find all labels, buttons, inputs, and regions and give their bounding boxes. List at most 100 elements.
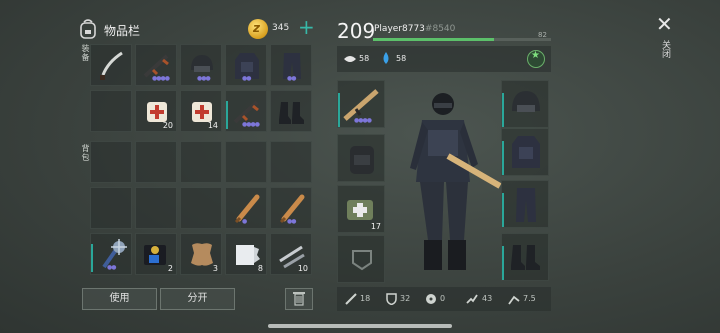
coin-amount: 345 xyxy=(272,23,290,33)
boots-icon xyxy=(279,102,304,124)
inventory-slot-empty[interactable] xyxy=(225,141,267,183)
inventory-slot-bat[interactable]: ● xyxy=(225,187,267,229)
inventory-slot-empty[interactable] xyxy=(135,187,177,229)
item-count: 10 xyxy=(297,264,308,273)
item-count: 3 xyxy=(212,264,218,273)
inventory-slot-rifle[interactable]: ●●●● xyxy=(225,90,267,132)
inventory-slot-spiked-club[interactable]: ●● xyxy=(90,233,132,275)
equipped-marker xyxy=(338,93,340,127)
rarity-dots: ●● xyxy=(287,218,297,225)
boots-icon xyxy=(511,245,540,270)
inventory-slot-empty[interactable] xyxy=(135,141,177,183)
rarity-dots: ●● xyxy=(242,75,252,82)
use-button[interactable]: 使用 xyxy=(82,288,157,310)
rarity-dots: ●● xyxy=(107,264,117,271)
radiation-icon xyxy=(426,294,436,304)
equip-slot-vest[interactable] xyxy=(501,128,549,176)
equip-slot-boots[interactable] xyxy=(501,233,549,281)
item-count: 8 xyxy=(257,264,263,273)
xp-bar xyxy=(373,38,551,41)
helmet-icon xyxy=(512,91,540,112)
rarity-dots: ●● xyxy=(287,75,297,82)
backpack-icon xyxy=(80,19,96,39)
water-icon xyxy=(383,52,389,64)
item-count: 2 xyxy=(167,264,173,273)
split-button[interactable]: 分开 xyxy=(160,288,235,310)
inventory-slot-empty[interactable] xyxy=(90,90,132,132)
equipped-marker xyxy=(502,246,504,280)
pants-icon xyxy=(516,188,536,222)
backpack-icon xyxy=(350,146,374,174)
rarity-dots: ●●●● xyxy=(354,117,372,124)
rarity-dots: ●●●● xyxy=(152,75,170,82)
equip-slot-helmet[interactable] xyxy=(501,80,549,128)
stealth-icon xyxy=(508,295,520,305)
inventory-slot-tools[interactable]: 10 xyxy=(270,233,312,275)
inventory-slot-pants[interactable]: ●● xyxy=(270,44,312,86)
inventory-slot-empty[interactable] xyxy=(270,141,312,183)
player-id: #8540 xyxy=(424,24,456,34)
close-icon[interactable]: ✕ xyxy=(656,12,673,36)
player-name-line: Player8773#8540 xyxy=(374,24,455,34)
defense-icon xyxy=(386,293,397,305)
inventory-slot-vest[interactable]: ●● xyxy=(225,44,267,86)
delete-button[interactable] xyxy=(285,288,313,310)
attack-icon xyxy=(345,293,357,305)
equipped-marker xyxy=(502,141,504,175)
rarity-dots: ●●●● xyxy=(242,121,260,128)
inventory-slot-machete[interactable] xyxy=(90,44,132,86)
armor-vest-icon xyxy=(512,136,540,168)
inventory-slot-badge[interactable]: 2 xyxy=(135,233,177,275)
character-model xyxy=(410,93,502,270)
empty-pocket-icon xyxy=(352,250,372,271)
equip-slot-medkit[interactable]: 17 xyxy=(337,185,385,233)
food-icon xyxy=(344,56,356,62)
equipped-marker xyxy=(502,193,504,227)
trash-icon xyxy=(293,292,305,306)
item-count: 20 xyxy=(162,121,173,130)
star-icon: ★ xyxy=(531,50,540,61)
inventory-slot-empty[interactable] xyxy=(180,141,222,183)
add-coins-button[interactable]: + xyxy=(298,17,315,37)
stealth-value: 7.5 xyxy=(523,294,536,303)
xp-bar-fill xyxy=(373,38,495,41)
inventory-slot-helmet[interactable]: ●●● xyxy=(180,44,222,86)
favorite-star-button[interactable]: ★ xyxy=(527,50,545,68)
home-indicator xyxy=(268,324,452,328)
speed-value: 43 xyxy=(482,294,493,303)
close-label[interactable]: 关闭 xyxy=(659,40,672,58)
inventory-slot-empty[interactable] xyxy=(90,141,132,183)
medkit-icon xyxy=(347,200,373,220)
rarity-dots: ●●● xyxy=(197,75,211,82)
machete-icon xyxy=(100,51,123,80)
inventory-slot-leather[interactable]: 3 xyxy=(180,233,222,275)
inventory-slot-empty[interactable] xyxy=(90,187,132,229)
attack-value: 18 xyxy=(360,294,371,303)
speed-icon xyxy=(466,294,478,304)
equip-slot-weapon[interactable]: ●●●● xyxy=(337,80,385,128)
water-value: 58 xyxy=(396,54,407,63)
inventory-slot-bat[interactable]: ●● xyxy=(270,187,312,229)
defense-value: 32 xyxy=(400,294,411,303)
food-value: 58 xyxy=(359,54,370,63)
combat-stats-bar: 18 32 0 43 7.5 xyxy=(337,287,551,311)
coin-icon: z xyxy=(248,19,268,39)
equip-slot-backpack[interactable] xyxy=(337,134,385,182)
inventory-slot-bandage[interactable]: 14 xyxy=(180,90,222,132)
inventory-title: 物品栏 xyxy=(104,24,141,38)
equipped-marker xyxy=(91,244,93,272)
inventory-slot-empty[interactable] xyxy=(180,187,222,229)
vitals-row: 58 58 xyxy=(337,46,551,72)
inventory-slot-rifle[interactable]: ●●●● xyxy=(135,44,177,86)
inventory-slot-tape[interactable]: 8 xyxy=(225,233,267,275)
item-count: 14 xyxy=(207,121,218,130)
equip-slot-pants[interactable] xyxy=(501,180,549,228)
equipped-marker xyxy=(226,101,228,129)
inventory-header: 物品栏 z 345 + xyxy=(78,17,318,42)
baseball-bat-icon xyxy=(234,194,260,224)
inventory-slot-bandage[interactable]: 20 xyxy=(135,90,177,132)
player-level: 209 xyxy=(337,19,376,43)
equip-slot-pocket[interactable] xyxy=(337,235,385,283)
item-count: 17 xyxy=(370,222,381,231)
inventory-slot-boots[interactable] xyxy=(270,90,312,132)
